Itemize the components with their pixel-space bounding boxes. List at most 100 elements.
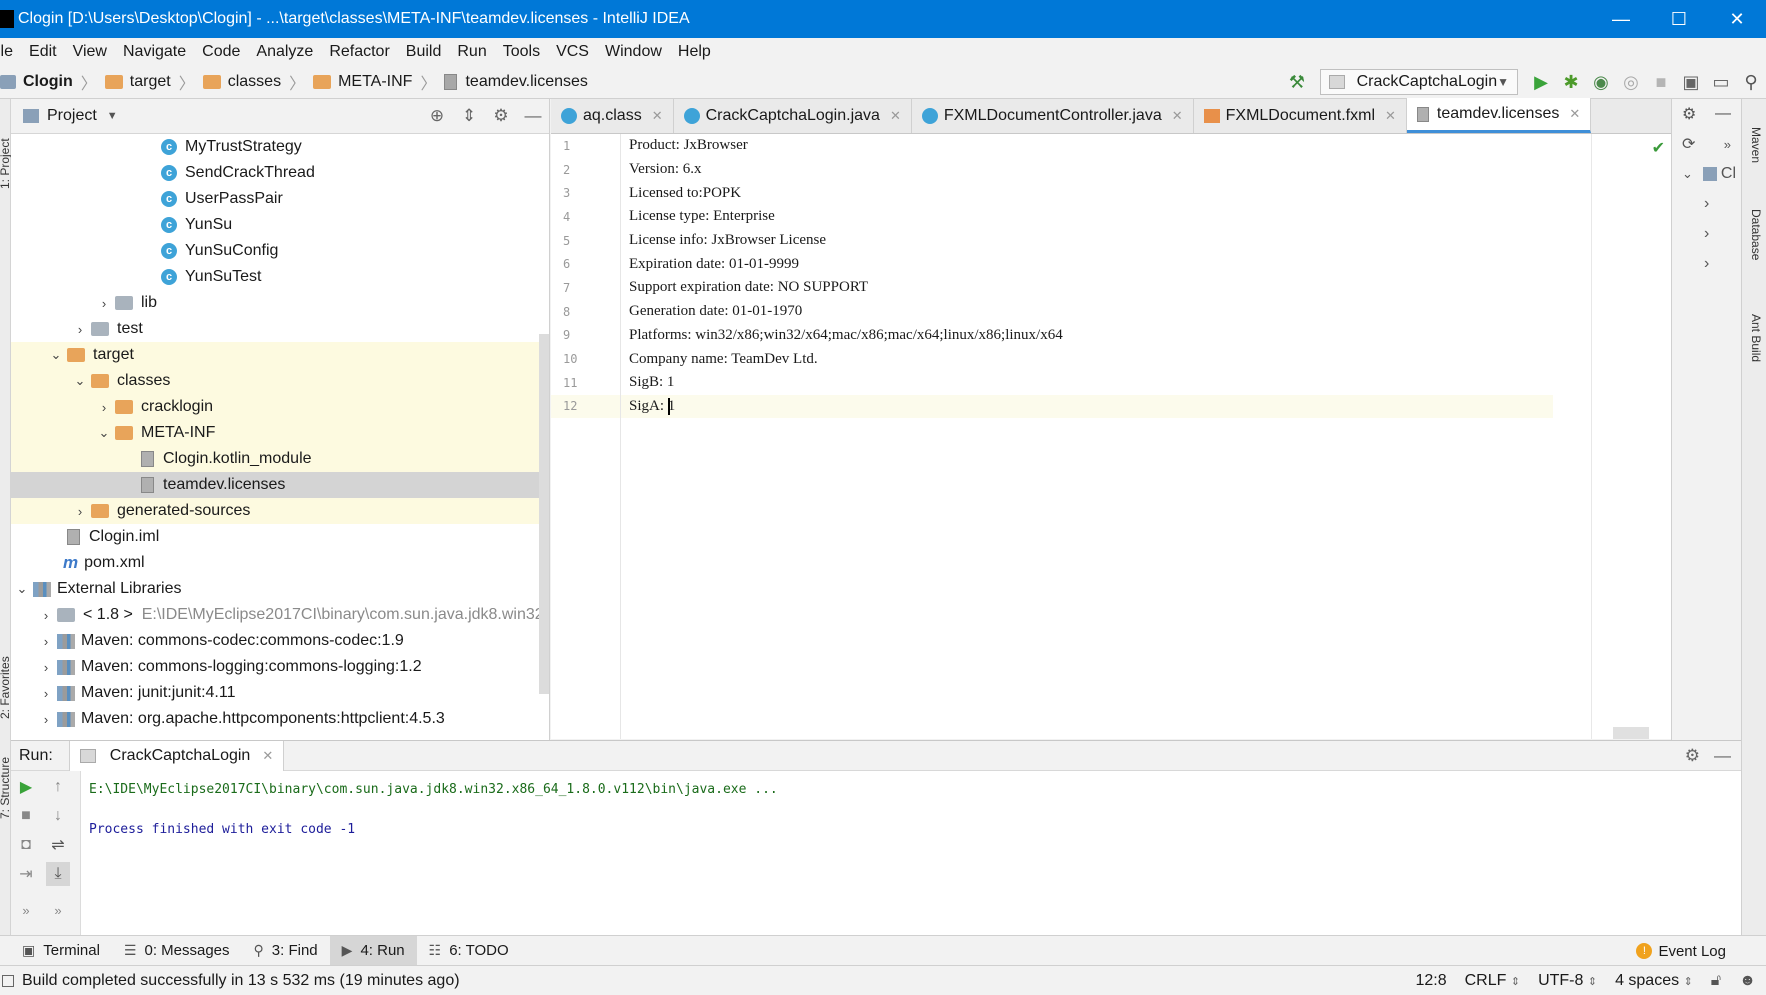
stop-icon[interactable]: ■: [14, 804, 38, 828]
gear-icon[interactable]: ⚙: [485, 106, 517, 126]
code-line[interactable]: Platforms: win32/x86;win32/x64;mac/x86;m…: [629, 324, 1671, 348]
menu-tools[interactable]: Tools: [495, 38, 548, 65]
stripe-maven-tab[interactable]: Maven: [1749, 127, 1763, 163]
chevron-down-icon[interactable]: ⌄: [1682, 166, 1693, 182]
rerun-play-icon[interactable]: ▶: [14, 775, 38, 799]
maven-tree-item[interactable]: ›: [1672, 249, 1741, 279]
menu-refactor[interactable]: Refactor: [321, 38, 397, 65]
close-icon[interactable]: ✕: [890, 108, 901, 124]
tree-item[interactable]: c UserPassPair: [11, 186, 549, 212]
tree-item[interactable]: › Maven: commons-logging:commons-logging:…: [11, 654, 549, 680]
tree-item[interactable]: › lib: [11, 290, 549, 316]
refresh-icon[interactable]: ⟳: [1682, 134, 1695, 154]
tool-tab-todo[interactable]: ☷ 6: TODO: [417, 936, 521, 966]
code-line[interactable]: Expiration date: 01-01-9999: [629, 252, 1671, 276]
close-icon[interactable]: ✕: [1385, 108, 1396, 124]
menu-edit[interactable]: Edit: [21, 38, 65, 65]
menu-view[interactable]: View: [65, 38, 115, 65]
status-toggle-icon[interactable]: [2, 974, 14, 987]
collapse-all-icon[interactable]: ⇕: [453, 106, 485, 126]
tool-tab-run[interactable]: ▶ 4: Run: [329, 935, 417, 966]
project-panel-title[interactable]: Project: [47, 107, 97, 125]
indent-select[interactable]: 4 spaces ⇕: [1615, 972, 1693, 990]
chevron-right-icon[interactable]: ›: [1704, 195, 1709, 213]
more-icon[interactable]: »: [46, 898, 70, 922]
project-scrollbar[interactable]: [539, 334, 549, 694]
maven-tree-root[interactable]: ⌄ Cl: [1672, 159, 1741, 189]
tree-item[interactable]: ⌄ External Libraries: [11, 576, 549, 602]
line-separator-select[interactable]: CRLF ⇕: [1465, 972, 1520, 990]
chevron-right-icon[interactable]: ›: [35, 634, 57, 649]
breadcrumb-meta-inf[interactable]: META-INF: [307, 65, 418, 99]
close-icon[interactable]: ✕: [1172, 108, 1183, 124]
code-editor[interactable]: 1 2 3 4 5 6 7 8 9 10 11 12 Product: JxBr…: [551, 134, 1671, 739]
run-play-icon[interactable]: ▶: [1526, 65, 1556, 99]
close-icon[interactable]: ✕: [1569, 106, 1580, 122]
gear-icon[interactable]: ⚙: [1682, 104, 1696, 124]
chevron-right-icon[interactable]: ›: [93, 400, 115, 415]
presentation-icon[interactable]: ▭: [1706, 65, 1736, 99]
tree-item[interactable]: ⌄ META-INF: [11, 420, 549, 446]
chevron-right-icon[interactable]: ›: [69, 322, 91, 337]
hide-panel-icon[interactable]: —: [517, 106, 549, 126]
tab-crackcaptchalogin-java[interactable]: CrackCaptchaLogin.java ✕: [674, 98, 912, 133]
code-line[interactable]: Version: 6.x: [629, 158, 1671, 182]
soft-wrap-icon[interactable]: ⇌: [46, 833, 70, 857]
menu-build[interactable]: Build: [398, 38, 450, 65]
caret-position[interactable]: 12:8: [1415, 972, 1446, 990]
editor-scrollbar[interactable]: [1613, 727, 1649, 739]
lock-icon[interactable]: 🔓︎: [1711, 972, 1721, 990]
chevron-right-icon[interactable]: ›: [35, 686, 57, 701]
login-export-icon[interactable]: ⇥: [14, 862, 38, 886]
chevron-down-icon[interactable]: ⌄: [45, 347, 67, 363]
maven-tree-item[interactable]: ›: [1672, 219, 1741, 249]
tree-item[interactable]: › test: [11, 316, 549, 342]
chevron-down-icon[interactable]: ⌄: [11, 581, 33, 597]
code-line[interactable]: SigB: 1: [629, 371, 1671, 395]
breadcrumb-classes[interactable]: classes: [197, 65, 287, 99]
code-line[interactable]: Product: JxBrowser: [629, 134, 1671, 158]
menu-code[interactable]: Code: [194, 38, 248, 65]
gear-icon[interactable]: ⚙: [1685, 746, 1700, 766]
breadcrumb-file[interactable]: teamdev.licenses: [438, 65, 593, 99]
encoding-select[interactable]: UTF-8 ⇕: [1538, 972, 1597, 990]
tree-item[interactable]: c SendCrackThread: [11, 160, 549, 186]
chevron-right-icon[interactable]: ›: [69, 504, 91, 519]
tree-item[interactable]: › cracklogin: [11, 394, 549, 420]
stripe-database-tab[interactable]: Database: [1749, 209, 1763, 260]
tree-item[interactable]: c YunSuConfig: [11, 238, 549, 264]
code-line[interactable]: Company name: TeamDev Ltd.: [629, 347, 1671, 371]
build-hammer-icon[interactable]: ⚒: [1282, 65, 1312, 99]
more-icon[interactable]: »: [1724, 137, 1731, 152]
breadcrumb-target[interactable]: target: [99, 65, 177, 99]
tree-item[interactable]: c YunSuTest: [11, 264, 549, 290]
locate-target-icon[interactable]: ⊕: [421, 106, 453, 126]
debug-bug-icon[interactable]: ✱: [1556, 65, 1586, 99]
tree-item[interactable]: › Maven: junit:junit:4.11: [11, 680, 549, 706]
code-line[interactable]: License info: JxBrowser License: [629, 229, 1671, 253]
close-icon[interactable]: ✕: [652, 108, 663, 124]
tree-item[interactable]: m pom.xml: [11, 550, 549, 576]
code-line[interactable]: Generation date: 01-01-1970: [629, 300, 1671, 324]
chevron-down-icon[interactable]: ⌄: [93, 425, 115, 441]
tree-item[interactable]: c MyTrustStrategy: [11, 134, 549, 160]
coverage-icon[interactable]: ◉: [1586, 65, 1616, 99]
chevron-down-icon[interactable]: ⌄: [69, 373, 91, 389]
breadcrumb-project[interactable]: Clogin: [0, 65, 79, 99]
chevron-right-icon[interactable]: ›: [35, 712, 57, 727]
tree-item[interactable]: › < 1.8 > E:\IDE\MyEclipse2017CI\binary\c…: [11, 602, 549, 628]
menu-window[interactable]: Window: [597, 38, 670, 65]
chevron-right-icon[interactable]: ›: [1704, 225, 1709, 243]
tab-teamdev-licenses[interactable]: teamdev.licenses ✕: [1406, 98, 1592, 133]
profile-icon[interactable]: ◎: [1616, 65, 1646, 99]
project-structure-icon[interactable]: ▣: [1676, 65, 1706, 99]
stop-icon[interactable]: ■: [1646, 65, 1676, 99]
chevron-down-icon[interactable]: ▼: [107, 110, 118, 122]
tool-tab-terminal[interactable]: ▣ Terminal: [10, 936, 112, 966]
menu-file[interactable]: ile: [0, 38, 21, 65]
console-output[interactable]: E:\IDE\MyEclipse2017CI\binary\com.sun.ja…: [89, 776, 778, 838]
scroll-to-end-icon[interactable]: ⤓: [46, 862, 70, 886]
tree-item[interactable]: Clogin.kotlin_module: [11, 446, 549, 472]
code-line[interactable]: Support expiration date: NO SUPPORT: [629, 276, 1671, 300]
current-code-line[interactable]: SigA: 1: [621, 394, 1553, 419]
